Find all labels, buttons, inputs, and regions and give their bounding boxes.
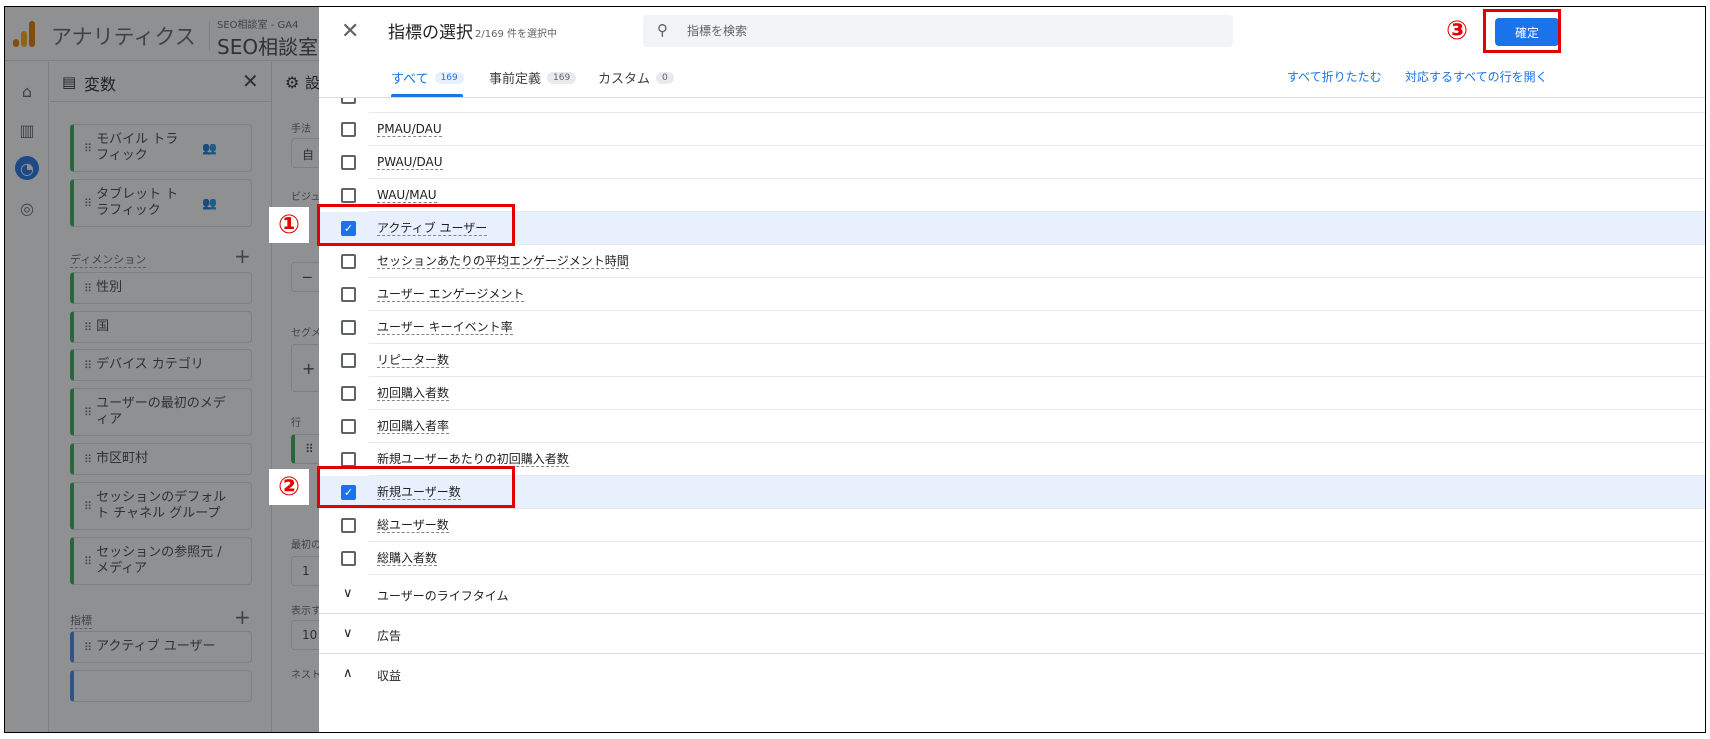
group-row[interactable]: ∧ 収益 [319,655,1705,694]
modal-scrim[interactable] [5,7,319,732]
metric-label[interactable]: 総購入者数 [377,551,438,566]
metric-label[interactable]: PWAU/DAU [377,155,443,170]
checkbox[interactable] [341,287,356,302]
metric-row[interactable]: セッションあたりの平均エンゲージメント時間 [319,245,1705,278]
tab-count-badge: 169 [434,71,464,84]
chevron-down-icon[interactable]: ∨ [343,586,353,601]
metric-row[interactable]: リピーター数 [319,344,1705,377]
checkbox[interactable] [341,254,356,269]
metric-row[interactable]: PWAU/DAU [319,146,1705,179]
group-label[interactable]: 収益 [377,667,401,684]
metric-row[interactable]: ユーザー キーイベント率 [319,311,1705,344]
screenshot-frame: アナリティクス SEO相談室 - GA4 SEO相談室 - G ⌂ ▥ ◔ ◎ … [4,6,1706,733]
collapse-all-link[interactable]: すべて折りたたむ [1287,68,1382,85]
metric-row[interactable] [319,98,1705,113]
metric-row[interactable]: 総購入者数 [319,542,1705,575]
metric-label[interactable]: 総ユーザー数 [377,518,449,533]
metric-row[interactable]: 新規ユーザーあたりの初回購入者数 [319,443,1705,476]
metric-row[interactable]: 初回購入者率 [319,410,1705,443]
search-input[interactable] [687,15,1207,47]
tab-all[interactable]: すべて 169 [391,68,464,87]
metric-row[interactable]: PMAU/DAU [319,113,1705,146]
metric-row[interactable]: ユーザー エンゲージメント [319,278,1705,311]
metric-label[interactable]: 初回購入者率 [377,419,450,434]
dialog-title: 指標の選択 [388,23,473,43]
annotation-number-2: ② [269,469,309,505]
checkbox[interactable] [341,188,356,203]
checkbox[interactable] [341,551,356,566]
group-label[interactable]: 広告 [377,627,401,644]
group-label[interactable]: ユーザーのライフタイム [377,587,509,604]
tab-label: すべて [391,72,429,87]
tab-label: カスタム [598,72,651,87]
metric-row[interactable]: 総ユーザー数 [319,509,1705,542]
metric-label[interactable]: WAU/MAU [377,188,437,203]
metric-selection-dialog: ✕ 指標の選択 2/169 件を選択中 ⚲ 確定 すべて 169 事前定義 16… [319,7,1705,732]
metric-row[interactable]: WAU/MAU [319,179,1705,212]
group-row[interactable]: ∨ 広告 [319,615,1705,654]
annotation-highlight-1 [317,204,515,246]
checkbox[interactable] [341,452,356,467]
metric-label[interactable]: PMAU/DAU [377,122,442,137]
search-icon: ⚲ [657,21,668,39]
metric-label[interactable]: 初回購入者数 [377,386,450,401]
metric-label[interactable]: ユーザー エンゲージメント [377,287,525,302]
annotation-highlight-3 [1483,9,1561,53]
chevron-down-icon[interactable]: ∨ [343,626,353,641]
metric-row-selected[interactable]: ✓ アクティブ ユーザー [319,212,1705,245]
group-row[interactable]: ∨ ユーザーのライフタイム [319,575,1705,614]
checkbox[interactable] [341,122,356,137]
metric-row[interactable]: 初回購入者数 [319,377,1705,410]
metric-list: PMAU/DAU PWAU/DAU WAU/MAU ✓ アクティブ ユーザー セ… [319,97,1705,732]
annotation-number-3: ③ [1437,13,1477,49]
expand-all-link[interactable]: 対応するすべての行を開く [1405,68,1548,85]
checkbox[interactable] [341,419,356,434]
metric-label[interactable]: ユーザー キーイベント率 [377,320,513,335]
checkbox[interactable] [341,518,356,533]
annotation-number-1: ① [269,207,309,243]
tab-custom[interactable]: カスタム 0 [598,68,674,87]
tab-count-badge: 0 [656,71,674,84]
checkbox[interactable] [341,98,356,104]
metric-label[interactable]: 新規ユーザーあたりの初回購入者数 [377,452,569,467]
metric-row-selected[interactable]: ✓ 新規ユーザー数 [319,476,1705,509]
checkbox[interactable] [341,155,356,170]
metric-label[interactable]: セッションあたりの平均エンゲージメント時間 [377,254,629,269]
tab-count-badge: 169 [547,71,577,84]
checkbox[interactable] [341,386,356,401]
metric-label[interactable]: リピーター数 [377,353,450,368]
tab-predefined[interactable]: 事前定義 169 [489,68,577,87]
checkbox[interactable] [341,353,356,368]
checkbox[interactable] [341,320,356,335]
tab-label: 事前定義 [489,72,542,87]
selected-count: 2/169 件を選択中 [475,29,557,40]
chevron-up-icon[interactable]: ∧ [343,666,353,681]
annotation-highlight-2 [317,466,515,508]
category-tabs: すべて 169 事前定義 169 カスタム 0 すべて折りたたむ 対応するすべて… [319,61,1705,97]
metric-search[interactable]: ⚲ [643,15,1233,47]
close-dialog-icon[interactable]: ✕ [341,19,359,44]
